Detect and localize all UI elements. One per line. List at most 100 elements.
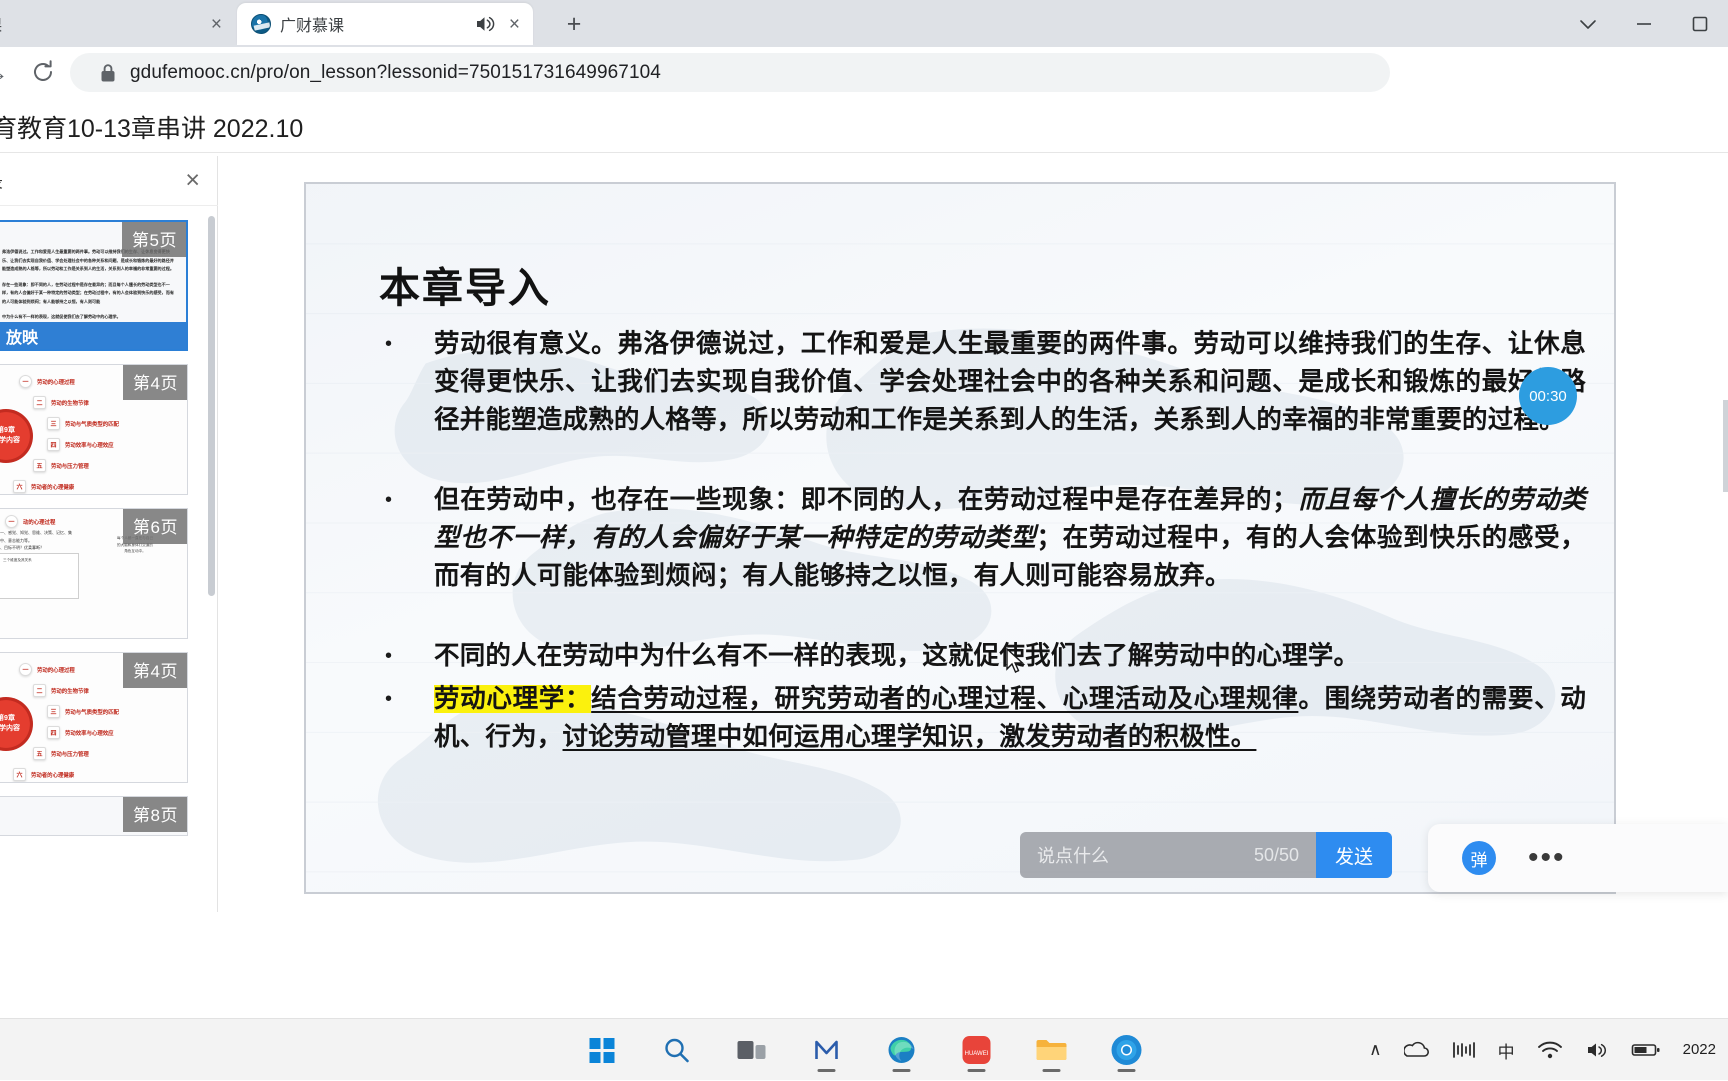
outline-label: 劳动的心理过程 — [37, 666, 75, 674]
timer-bubble[interactable]: 00:30 — [1519, 367, 1577, 425]
mail-app[interactable] — [804, 1027, 850, 1073]
slide-bullet: • 不同的人在劳动中为什么有不一样的表现，这就促使我们去了解劳动中的心理学。 — [379, 637, 1586, 675]
outline-number: 二 — [33, 684, 46, 697]
panel-scrollbar[interactable] — [208, 216, 215, 596]
send-button[interactable]: 发送 — [1316, 832, 1392, 878]
back-button[interactable]: → — [0, 60, 8, 86]
thumbnail-play-bar[interactable]: 放映 — [0, 322, 186, 349]
bullet-marker-icon: • — [379, 637, 434, 675]
gdufe-favicon — [251, 14, 271, 34]
meeting-icon[interactable] — [1452, 1040, 1476, 1060]
close-icon[interactable]: × — [506, 15, 523, 34]
address-bar[interactable]: gdufemooc.cn/pro/on_lesson?lessonid=7501… — [70, 53, 1390, 92]
outline-number: 五 — [33, 459, 46, 472]
reload-icon[interactable] — [26, 55, 60, 89]
tray-overflow-icon[interactable]: ∧ — [1369, 1040, 1381, 1060]
thumbnail-page-badge: 第4页 — [123, 365, 187, 400]
slide-panel-header: 录 × — [0, 156, 218, 206]
chat-input-bar[interactable]: 说点什么 50/50 发送 — [1020, 832, 1392, 878]
slide-canvas: 本章导入 • 劳动很有意义。弗洛伊德说过，工作和爱是人生最重要的两件事。劳动可以… — [306, 184, 1614, 892]
search-icon — [662, 1035, 692, 1065]
wifi-icon[interactable] — [1537, 1040, 1563, 1060]
chrome-icon — [1109, 1032, 1145, 1068]
outline-label: 劳动与压力管理 — [51, 462, 89, 470]
slide-bullets: • 劳动很有意义。弗洛伊德说过，工作和爱是人生最重要的两件事。劳动可以维持我们的… — [379, 325, 1586, 756]
thumbnail-page-badge: 第8页 — [123, 797, 187, 832]
outline-number: 六 — [13, 480, 26, 493]
battery-icon[interactable] — [1631, 1041, 1661, 1059]
danmu-control-panel: 弹 ••• — [1428, 824, 1728, 892]
bullet-run: 劳动很有意义。弗洛伊德说过，工作和爱是人生最重要的两件事。劳动可以维持我们的生存… — [434, 330, 1586, 434]
outline-label: 劳动的生物节律 — [51, 687, 89, 695]
task-view-button[interactable] — [729, 1027, 775, 1073]
edge-browser[interactable] — [879, 1027, 925, 1073]
huawei-app[interactable]: HUAWEI — [954, 1027, 1000, 1073]
taskbar-apps: HUAWEI — [579, 1019, 1150, 1081]
outline-number: 六 — [13, 768, 26, 781]
outline-label: 劳动者的心理健康 — [31, 483, 74, 491]
chrome-browser[interactable] — [1104, 1027, 1150, 1073]
slide-panel-title: 录 — [0, 168, 3, 193]
chapter-badge: 第9章教学内容 — [0, 697, 33, 751]
outline-number: 一 — [19, 375, 32, 388]
onedrive-icon[interactable] — [1404, 1040, 1430, 1060]
url-text: gdufemooc.cn/pro/on_lesson?lessonid=7501… — [130, 62, 661, 84]
ime-indicator[interactable]: 中 — [1498, 1038, 1515, 1063]
thumbnail-item[interactable]: 第9章教学内容 一劳动的心理过程 二劳动的生物节律 三劳动与气质类型的匹配 四劳… — [0, 364, 188, 495]
lock-icon[interactable] — [98, 62, 118, 84]
thumbnail-page-badge: 第6页 — [123, 509, 187, 544]
close-icon[interactable]: × — [185, 168, 200, 193]
chevron-down-icon[interactable] — [1560, 0, 1616, 47]
task-view-icon — [737, 1037, 767, 1063]
mouse-cursor — [1005, 648, 1025, 676]
page-title-text: 育教育10-13章串讲 2022.10 — [0, 109, 303, 145]
close-icon[interactable]: × — [208, 15, 225, 34]
chat-input[interactable]: 说点什么 50/50 — [1020, 832, 1316, 878]
windows-logo-icon — [589, 1038, 614, 1063]
browser-toolbar: → gdufemooc.cn/pro/on_lesson?lessonid=75… — [0, 47, 1728, 98]
thumbnail-item[interactable]: 第8页 — [0, 796, 188, 836]
thumbnail-box: 三个维度及其关系 — [0, 553, 79, 599]
tab-title: 财慕课 — [0, 12, 199, 36]
search-button[interactable] — [654, 1027, 700, 1073]
minimize-icon[interactable] — [1616, 0, 1672, 47]
volume-icon[interactable] — [1585, 1040, 1609, 1060]
thumbnail-scroll-area[interactable]: 弗洛伊德说过。工作和爱是人生最重要的两件事。劳动可以维持我们的生存、让休息变得更… — [0, 207, 218, 912]
danmu-toggle-button[interactable]: 弹 — [1462, 841, 1496, 875]
tab-title: 广财慕课 — [280, 12, 465, 36]
svg-text:HUAWEI: HUAWEI — [965, 1051, 989, 1057]
outline-label: 劳动效率与心理效应 — [65, 729, 114, 737]
mail-icon — [812, 1035, 842, 1065]
outline-label: 劳动效率与心理效应 — [65, 441, 114, 449]
maximize-icon[interactable] — [1672, 0, 1728, 47]
thumbnail-item[interactable]: 第9章教学内容 一劳动的心理过程 二劳动的生物节律 三劳动与气质类型的匹配 四劳… — [0, 652, 188, 783]
windows-taskbar: HUAWEI ∧ 中 — [0, 1018, 1728, 1080]
browser-tab-inactive[interactable]: 财慕课 × — [0, 3, 235, 45]
bullet-text: 但在劳动中，也存在一些现象：即不同的人，在劳动过程中是存在差异的；而且每个人擅长… — [434, 481, 1586, 595]
bullet-marker-icon: • — [379, 325, 434, 439]
thumbnail-item[interactable]: 弗洛伊德说过。工作和爱是人生最重要的两件事。劳动可以维持我们的生存、让休息变得更… — [0, 220, 188, 351]
outline-number: 三 — [47, 705, 60, 718]
speaker-icon[interactable] — [474, 13, 496, 35]
outline-number: 一 — [5, 515, 18, 528]
more-options-icon[interactable]: ••• — [1528, 852, 1566, 864]
outline-label: 劳动与气质类型的匹配 — [65, 708, 119, 716]
outline-number: 五 — [33, 747, 46, 760]
browser-tab-active[interactable]: 广财慕课 × — [237, 3, 533, 45]
thumbnail-item[interactable]: 一动的心理过程 一、感觉、知觉、思维、决策、记忆、集 中、意志能力等。 、目标不… — [0, 508, 188, 639]
chapter-badge: 第9章教学内容 — [0, 409, 33, 463]
outline-number: 四 — [47, 726, 60, 739]
edge-icon — [886, 1034, 918, 1066]
file-explorer[interactable] — [1029, 1027, 1075, 1073]
clock[interactable]: 2022 — [1683, 1041, 1716, 1059]
new-tab-button[interactable]: + — [556, 8, 592, 40]
outline-label: 动的心理过程 — [23, 518, 55, 526]
chat-char-counter: 50/50 — [1254, 845, 1299, 866]
bullet-text: 劳动很有意义。弗洛伊德说过，工作和爱是人生最重要的两件事。劳动可以维持我们的生存… — [434, 325, 1586, 439]
outline-label: 劳动与气质类型的匹配 — [65, 420, 119, 428]
folder-icon — [1035, 1036, 1069, 1064]
outline-number: 一 — [19, 663, 32, 676]
bullet-run: 但在劳动中，也存在一些现象：即不同的人，在劳动过程中是存在差异的； — [434, 486, 1298, 514]
start-button[interactable] — [579, 1027, 625, 1073]
page-title: 育教育10-13章串讲 2022.10 — [0, 103, 1728, 151]
